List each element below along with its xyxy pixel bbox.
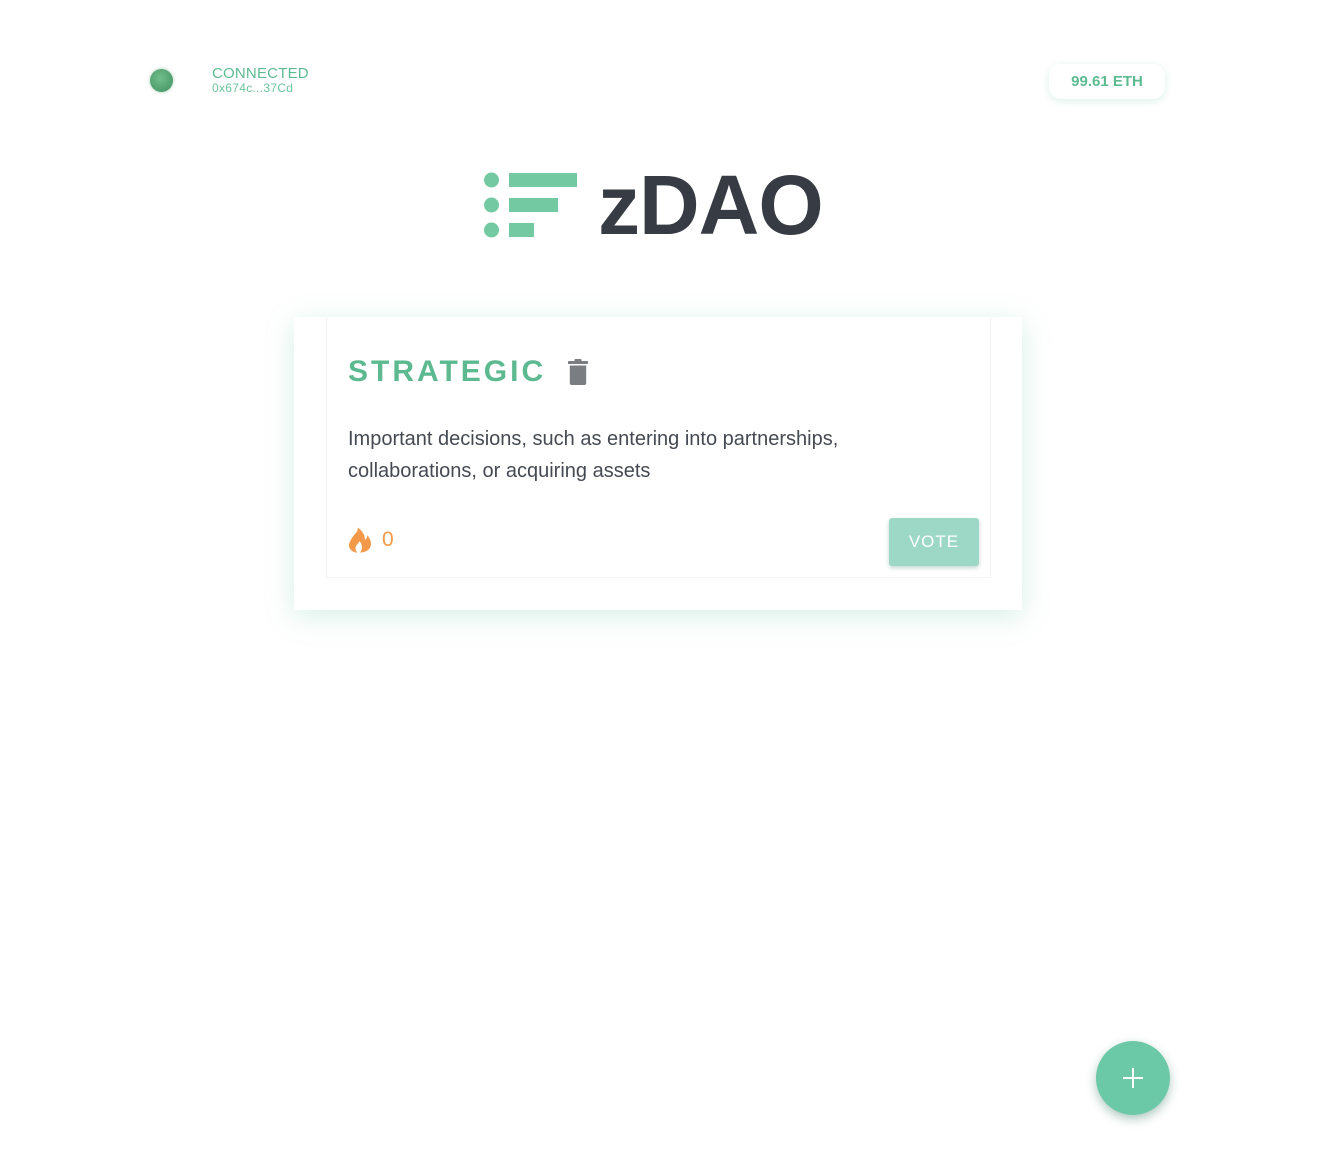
proposal-card: STRATEGIC Important decisions, such as e…: [326, 317, 991, 578]
connection-info: CONNECTED 0x674c...37Cd: [212, 66, 309, 94]
connection-status: CONNECTED 0x674c...37Cd: [150, 66, 309, 94]
logo: zDAO: [484, 158, 824, 252]
vote-count-value: 0: [382, 528, 394, 551]
connection-status-label: CONNECTED: [212, 65, 309, 82]
card-header: STRATEGIC: [348, 355, 589, 389]
wallet-address: 0x674c...37Cd: [212, 81, 294, 95]
balance-badge[interactable]: 99.61 ETH: [1049, 64, 1165, 99]
vote-count: 0: [348, 527, 394, 553]
logo-text: zDAO: [598, 158, 824, 252]
logo-bars-icon: [484, 172, 577, 238]
proposal-description: Important decisions, such as entering in…: [348, 428, 839, 482]
proposal-card-container: STRATEGIC Important decisions, such as e…: [294, 317, 1022, 610]
proposal-title: STRATEGIC: [348, 355, 547, 388]
vote-button[interactable]: VOTE: [889, 518, 979, 566]
add-proposal-button[interactable]: [1096, 1041, 1170, 1115]
trash-icon[interactable]: [568, 359, 589, 385]
flame-icon: [349, 527, 371, 553]
plus-icon: [1123, 1068, 1143, 1088]
connection-indicator-icon: [150, 68, 173, 92]
